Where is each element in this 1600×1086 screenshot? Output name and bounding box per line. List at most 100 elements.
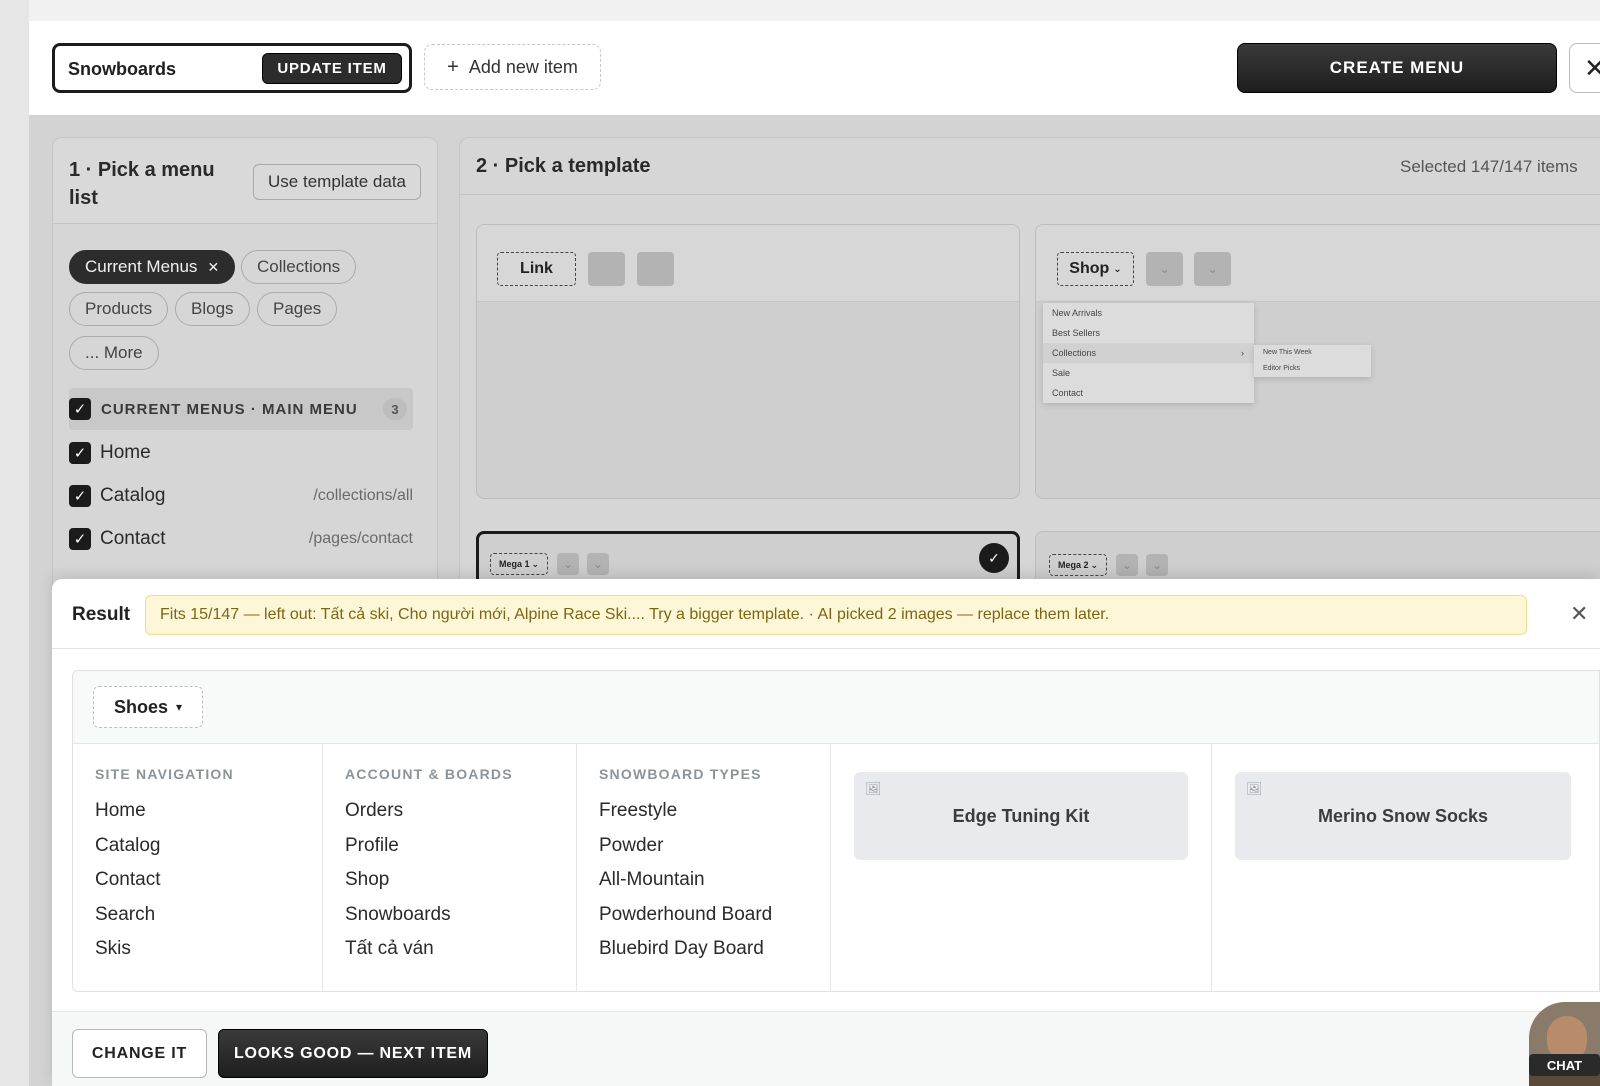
chevron-down-icon: ⌄ — [1146, 252, 1183, 286]
column-link[interactable]: Catalog — [95, 835, 161, 857]
column-link[interactable]: Search — [95, 904, 155, 926]
template-trigger: Link — [497, 252, 576, 286]
chip-pages[interactable]: Pages — [257, 292, 338, 326]
update-item-button[interactable]: UPDATE ITEM — [262, 53, 402, 84]
menu-trigger-label: Shoes — [113, 696, 168, 717]
submenu-item: Editor Picks — [1263, 365, 1300, 372]
mega-column: SITE NAVIGATION Home Catalog Contact Sea… — [73, 744, 323, 991]
column-link[interactable]: Contact — [95, 869, 160, 891]
column-link[interactable]: Bluebird Day Board — [599, 938, 764, 960]
menu-item-row[interactable]: ✓ Contact /pages/contact — [69, 524, 413, 554]
chevron-down-icon: ⌄ — [1090, 559, 1099, 570]
dropdown-item-collections: Collections › — [1043, 343, 1254, 363]
selected-check-icon: ✓ — [979, 543, 1009, 573]
item-name-editor[interactable]: Snowboards UPDATE ITEM — [52, 43, 412, 93]
menu-item-label: Home — [100, 442, 151, 463]
top-strip — [29, 0, 1600, 21]
template-trigger: Shop ⌄ — [1057, 252, 1134, 286]
menu-item-label: Contact — [100, 528, 166, 549]
remove-chip-icon[interactable]: ✕ — [207, 259, 219, 276]
checkbox-checked-icon[interactable]: ✓ — [69, 398, 91, 420]
product-column: 🖼 Merino Snow Socks — [1212, 744, 1599, 991]
menu-item-row[interactable]: ✓ Catalog /collections/all — [69, 481, 413, 511]
column-link[interactable]: All-Mountain — [599, 869, 705, 891]
placeholder-block — [637, 252, 674, 286]
add-new-item-label: Add new item — [468, 56, 578, 77]
editor-header: Snowboards UPDATE ITEM + Add new item CR… — [29, 21, 1600, 115]
menu-trigger-shoes[interactable]: Shoes ▾ — [93, 686, 203, 728]
column-link[interactable]: Tất cả ván — [345, 938, 434, 960]
close-icon[interactable]: ✕ — [1569, 43, 1600, 93]
column-heading: SNOWBOARD TYPES — [599, 766, 762, 782]
image-placeholder-icon: 🖼 — [865, 781, 882, 796]
column-link[interactable]: Powder — [599, 835, 663, 857]
template-preview-bar: Link — [477, 225, 1019, 302]
menu-group-label: CURRENT MENUS · MAIN MENU — [101, 400, 358, 418]
template-preview-bar: Shop ⌄ ⌄ ⌄ — [1036, 225, 1600, 302]
chevron-down-icon: ⌄ — [1113, 263, 1122, 275]
template-card-dropdown[interactable]: Shop ⌄ ⌄ ⌄ New Arrivals Best Sellers Col… — [1035, 224, 1600, 499]
plus-icon: + — [447, 55, 459, 78]
add-new-item-button[interactable]: + Add new item — [424, 44, 601, 90]
fit-warning-notice: Fits 15/147 — left out: Tất cả ski, Cho … — [145, 595, 1527, 635]
change-it-button[interactable]: CHANGE IT — [72, 1029, 207, 1078]
use-template-data-button[interactable]: Use template data — [253, 164, 421, 200]
looks-good-next-button[interactable]: LOOKS GOOD — NEXT ITEM — [218, 1029, 488, 1078]
preview-nav-bar: Shoes ▾ — [73, 671, 1599, 744]
column-link[interactable]: Shop — [345, 869, 389, 891]
product-card[interactable]: 🖼 Edge Tuning Kit — [854, 772, 1188, 860]
menu-group-count: 3 — [383, 398, 407, 420]
result-footer: CHANGE IT LOOKS GOOD — NEXT ITEM — [52, 1011, 1600, 1086]
chip-blogs[interactable]: Blogs — [175, 292, 250, 326]
column-link[interactable]: Home — [95, 800, 146, 822]
chip-products[interactable]: Products — [69, 292, 169, 326]
dropdown-item: Best Sellers — [1052, 328, 1101, 338]
result-label: Result — [72, 604, 131, 625]
template-card-link[interactable]: Link — [476, 224, 1020, 499]
chip-current-menus[interactable]: Current Menus ✕ — [69, 250, 236, 284]
item-name-input[interactable]: Snowboards — [68, 59, 176, 80]
column-link[interactable]: Orders — [345, 800, 403, 822]
menu-item-path: /collections/all — [313, 487, 413, 504]
dropdown-item: New Arrivals — [1052, 308, 1103, 318]
column-link[interactable]: Freestyle — [599, 800, 677, 822]
checkbox-checked-icon[interactable]: ✓ — [69, 442, 91, 464]
close-icon[interactable]: ✕ — [1570, 601, 1588, 627]
chevron-down-icon: ⌄ — [1116, 554, 1138, 576]
submenu-preview: New This Week Editor Picks — [1254, 345, 1371, 377]
left-edge — [0, 0, 29, 1086]
menu-item-path: /pages/contact — [308, 530, 413, 547]
placeholder-block — [588, 252, 625, 286]
product-title: Merino Snow Socks — [1317, 806, 1489, 826]
checkbox-checked-icon[interactable]: ✓ — [69, 485, 91, 507]
chevron-right-icon: › — [1241, 348, 1244, 358]
product-column: 🖼 Edge Tuning Kit — [831, 744, 1212, 991]
chevron-down-icon: ▾ — [176, 700, 183, 714]
column-heading: SITE NAVIGATION — [95, 766, 234, 782]
template-trigger: Mega 1 ⌄ — [490, 553, 548, 575]
product-title: Edge Tuning Kit — [952, 806, 1090, 826]
dropdown-preview: New Arrivals Best Sellers Collections › … — [1043, 303, 1254, 403]
chip-collections[interactable]: Collections — [241, 250, 357, 284]
result-sheet: Result Fits 15/147 — left out: Tất cả sk… — [52, 579, 1600, 1086]
chevron-down-icon: ⌄ — [587, 553, 609, 575]
chevron-down-icon: ⌄ — [1146, 554, 1168, 576]
image-placeholder-icon: 🖼 — [1246, 781, 1263, 796]
create-menu-button[interactable]: CREATE MENU — [1237, 43, 1557, 93]
chat-widget[interactable]: CHAT — [1529, 1002, 1600, 1086]
column-link[interactable]: Skis — [95, 938, 131, 960]
menu-group-row[interactable]: ✓ CURRENT MENUS · MAIN MENU 3 — [69, 388, 413, 430]
chevron-down-icon: ⌄ — [1194, 252, 1231, 286]
selected-count: Selected 147/147 items — [1400, 157, 1578, 176]
dropdown-item: Sale — [1052, 368, 1071, 378]
column-link[interactable]: Snowboards — [345, 904, 451, 926]
dropdown-item: Contact — [1052, 388, 1084, 398]
chip-more[interactable]: ... More — [69, 336, 159, 370]
chevron-down-icon: ⌄ — [531, 558, 540, 569]
menu-item-row[interactable]: ✓ Home — [69, 438, 413, 468]
column-link[interactable]: Profile — [345, 835, 399, 857]
product-card[interactable]: 🖼 Merino Snow Socks — [1235, 772, 1571, 860]
column-link[interactable]: Powderhound Board — [599, 904, 772, 926]
checkbox-checked-icon[interactable]: ✓ — [69, 528, 91, 550]
menu-preview: Shoes ▾ SITE NAVIGATION Home Catalog Con… — [72, 670, 1600, 992]
